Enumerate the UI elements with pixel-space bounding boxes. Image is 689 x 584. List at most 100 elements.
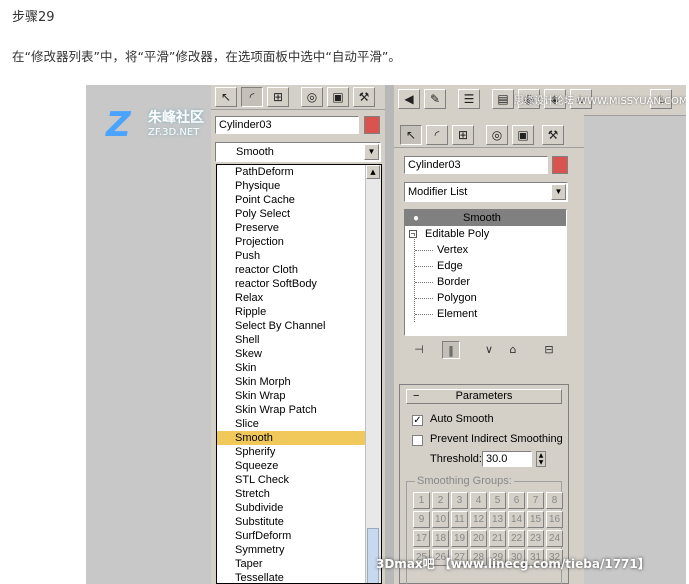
smoothing-group-button[interactable]: 3 [451,492,468,509]
modifier-list-item[interactable]: Skin Wrap Patch [217,403,381,417]
smoothing-group-button[interactable]: 24 [546,530,563,547]
modifier-list-item[interactable]: Relax [217,291,381,305]
smoothing-group-button[interactable]: 22 [508,530,525,547]
eraser-icon[interactable]: ✎ [424,89,446,109]
configure-sets-icon[interactable]: ⊟ [540,341,558,359]
modifier-list-item[interactable]: Subdivide [217,501,381,515]
utilities-tab-icon[interactable]: ⚒ [353,87,375,107]
modifier-list-item[interactable]: Squeeze [217,459,381,473]
remove-modifier-icon[interactable]: ⌂ [504,341,522,359]
modifier-list-item[interactable]: Point Cache [217,193,381,207]
modifier-list-combo[interactable]: Smooth ▼ [215,142,381,162]
pin-stack-icon[interactable]: ⊣ [410,341,428,359]
smoothing-group-button[interactable]: 20 [470,530,487,547]
smoothing-group-button[interactable]: 23 [527,530,544,547]
modifier-list-item[interactable]: Substitute [217,515,381,529]
modify-tab-icon[interactable]: ◜ [426,125,448,145]
modifier-list-item[interactable]: STL Check [217,473,381,487]
modifier-list-item[interactable]: Smooth [217,431,381,445]
sub-object-polygon[interactable]: Polygon [405,290,566,306]
collapse-icon[interactable]: − [409,230,417,238]
chevron-down-icon[interactable]: ▼ [364,144,379,160]
arrow-left-icon[interactable]: ◀ [398,89,420,109]
sub-object-border[interactable]: Border [405,274,566,290]
lightbulb-icon[interactable]: ● [413,211,419,227]
stack-item-editable-poly[interactable]: − Editable Poly [405,226,566,242]
modifier-list-combo[interactable]: Modifier List ▼ [404,182,568,202]
dropdown-scrollbar[interactable]: ▲ [365,165,381,583]
auto-smooth-checkbox[interactable]: ✓ [412,415,423,426]
smoothing-group-button[interactable]: 8 [546,492,563,509]
smoothing-group-button[interactable]: 18 [432,530,449,547]
modifier-list-item[interactable]: Shell [217,333,381,347]
create-tab-icon[interactable]: ↖ [215,87,237,107]
modifier-list-item[interactable]: Symmetry [217,543,381,557]
modifier-list-item[interactable]: Skew [217,347,381,361]
modifier-list-item[interactable]: PathDeform [217,165,381,179]
utilities-tab-icon[interactable]: ⚒ [542,125,564,145]
modifier-list-item[interactable]: Taper [217,557,381,571]
smoothing-group-button[interactable]: 11 [451,511,468,528]
modifier-dropdown-list[interactable]: PathDeform Physique Point Cache Poly Select… [216,164,382,584]
modifier-list-item[interactable]: reactor Cloth [217,263,381,277]
stack-item-smooth[interactable]: ● Smooth [405,210,566,226]
modifier-list-item[interactable]: Physique [217,179,381,193]
object-color-swatch[interactable] [552,156,568,174]
motion-tab-icon[interactable]: ◎ [486,125,508,145]
modifier-list-item[interactable]: Slice [217,417,381,431]
sub-object-element[interactable]: Element [405,306,566,322]
modifier-list-item[interactable]: Select By Channel [217,319,381,333]
modifier-list-item[interactable]: Ripple [217,305,381,319]
threshold-input[interactable]: 30.0 [482,451,532,467]
modifier-list-item[interactable]: Preserve [217,221,381,235]
modifier-list-item[interactable]: Projection [217,235,381,249]
display-tab-icon[interactable]: ▣ [327,87,349,107]
object-name-input[interactable]: Cylinder03 [404,156,548,174]
smoothing-group-button[interactable]: 12 [470,511,487,528]
schematic-icon[interactable]: ▤ [492,89,514,109]
layers-icon[interactable]: ☰ [458,89,480,109]
modifier-list-item[interactable]: Tessellate [217,571,381,583]
create-tab-icon[interactable]: ↖ [400,125,422,145]
object-color-swatch[interactable] [364,116,380,134]
modifier-list-item[interactable]: Poly Select [217,207,381,221]
smoothing-group-button[interactable]: 4 [470,492,487,509]
hierarchy-tab-icon[interactable]: ⊞ [452,125,474,145]
sub-object-edge[interactable]: Edge [405,258,566,274]
prevent-indirect-checkbox[interactable] [412,435,423,446]
modifier-list-item[interactable]: Skin [217,361,381,375]
hierarchy-tab-icon[interactable]: ⊞ [267,87,289,107]
rollout-header[interactable]: − Parameters [406,389,562,404]
smoothing-group-button[interactable]: 21 [489,530,506,547]
smoothing-group-button[interactable]: 10 [432,511,449,528]
smoothing-group-button[interactable]: 14 [508,511,525,528]
smoothing-group-button[interactable]: 13 [489,511,506,528]
smoothing-group-button[interactable]: 6 [508,492,525,509]
sub-object-vertex[interactable]: Vertex [405,242,566,258]
make-unique-icon[interactable]: ∨ [480,341,498,359]
smoothing-group-button[interactable]: 1 [413,492,430,509]
modify-tab-icon[interactable]: ◜ [241,87,263,107]
modifier-list-item[interactable]: reactor SoftBody [217,277,381,291]
smoothing-group-button[interactable]: 15 [527,511,544,528]
modifier-list-item[interactable]: Stretch [217,487,381,501]
modifier-list-item[interactable]: Push [217,249,381,263]
object-name-input[interactable]: Cylinder03 [215,116,359,134]
smoothing-group-button[interactable]: 17 [413,530,430,547]
chevron-down-icon[interactable]: ▼ [551,184,566,200]
motion-tab-icon[interactable]: ◎ [301,87,323,107]
smoothing-group-button[interactable]: 5 [489,492,506,509]
threshold-spinner[interactable]: ▲ ▼ [536,451,546,467]
display-tab-icon[interactable]: ▣ [512,125,534,145]
scroll-up-icon[interactable]: ▲ [366,165,380,179]
modifier-list-item[interactable]: SurfDeform [217,529,381,543]
show-end-result-icon[interactable]: ‖ [442,341,460,359]
modifier-list-item[interactable]: Skin Wrap [217,389,381,403]
smoothing-group-button[interactable]: 7 [527,492,544,509]
smoothing-group-button[interactable]: 16 [546,511,563,528]
modifier-list-item[interactable]: Spherify [217,445,381,459]
modifier-list-item[interactable]: Skin Morph [217,375,381,389]
smoothing-group-button[interactable]: 9 [413,511,430,528]
smoothing-group-button[interactable]: 2 [432,492,449,509]
smoothing-group-button[interactable]: 19 [451,530,468,547]
